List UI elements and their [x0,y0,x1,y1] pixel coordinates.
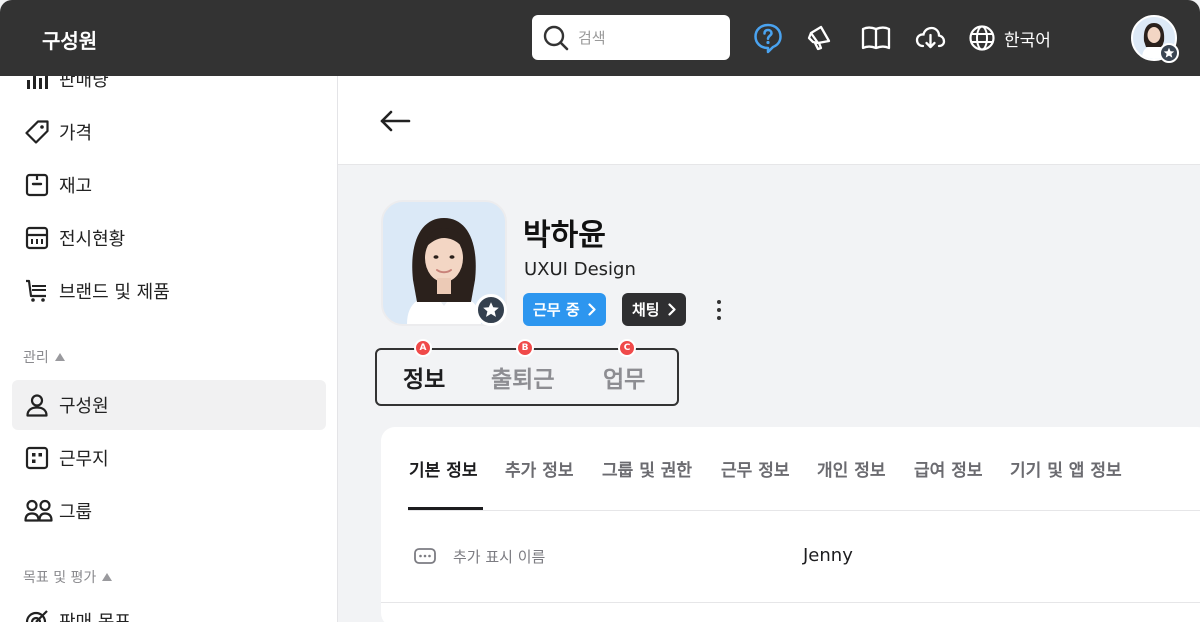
subtab-salary-info[interactable]: 급여 정보 [914,456,982,481]
main-header [338,76,1200,165]
star-badge [475,294,507,326]
sidebar-item-label: 재고 [59,176,93,197]
chat-button[interactable]: 채팅 [622,293,686,326]
section-label: 관리 [23,350,49,366]
sidebar-item-label: 판매량 [59,76,109,91]
field-value-display-name: Jenny [803,545,853,566]
bar-chart-icon [27,76,48,89]
display-icon [25,226,49,250]
group-icon [24,499,53,522]
person-icon [26,394,48,417]
chat-label: 채팅 [632,301,660,319]
subtab-divider [408,510,1200,511]
profile-name: 박하윤 [523,218,606,253]
tab-tasks[interactable]: 업무 [603,360,645,394]
language-selector[interactable]: 한국어 [968,23,1051,53]
more-icon-dot [717,308,721,312]
search-input[interactable] [578,28,708,47]
sidebar-item-inventory[interactable]: 재고 [12,160,326,210]
tab-info[interactable]: 정보 [403,360,445,394]
display-name-icon [414,548,436,564]
star-badge [1159,43,1179,63]
megaphone-icon [807,25,831,51]
section-header-goal[interactable]: 목표 및 평가 [23,567,113,587]
subtab-personal-info[interactable]: 개인 정보 [817,456,885,481]
sidebar-item-brand[interactable]: 브랜드 및 제품 [12,266,326,316]
sidebar-item-label: 전시현황 [59,229,126,250]
annotation-marker-c: C [618,339,636,357]
cloud-download-icon [915,26,946,49]
sidebar-item-members[interactable]: 구성원 [12,380,326,430]
back-button[interactable] [378,104,412,138]
profile-department: UXUI Design [524,259,636,280]
subtab-group-permissions[interactable]: 그룹 및 권한 [602,456,692,481]
work-status-button[interactable]: 근무 중 [523,293,606,326]
sidebar-item-display[interactable]: 전시현황 [12,213,326,263]
top-bar: 구성원 검색 한국어 [0,0,1200,76]
announcement-button[interactable] [804,22,836,54]
star-icon [1163,47,1175,58]
help-icon [754,23,782,54]
guide-button[interactable] [860,22,892,54]
sidebar-item-label: 구성원 [59,396,109,417]
tag-icon [25,120,49,144]
sidebar-item-label: 그룹 [59,502,93,523]
star-icon [483,302,499,317]
collapse-icon [102,573,113,581]
sidebar-item-label: 근무지 [59,449,109,470]
section-header-manage[interactable]: 관리 [23,347,65,367]
subtab-additional-info[interactable]: 추가 정보 [505,456,573,481]
target-icon [25,610,48,622]
chevron-right-icon [588,303,596,316]
row-divider [381,602,1200,603]
more-icon-dot [717,316,721,320]
section-label: 목표 및 평가 [23,570,97,586]
sidebar-item-sales[interactable]: 판매량 [12,76,326,104]
more-icon-dot [717,300,721,304]
globe-icon [969,25,995,51]
app-title: 구성원 [42,29,98,53]
collapse-icon [54,353,65,361]
sidebar-item-price[interactable]: 가격 [12,107,326,157]
box-icon [25,173,49,197]
subtab-work-info[interactable]: 근무 정보 [721,456,789,481]
profile-photo [381,200,507,326]
subtab-basic-info[interactable]: 기본 정보 [409,456,477,481]
sidebar: 판매량 가격 재고 전시현황 브랜드 및 제품 관리 구성원 근무지 그룹 목표… [0,76,338,622]
work-status-label: 근무 중 [533,301,580,319]
subtab-device-app-info[interactable]: 기기 및 앱 정보 [1010,456,1122,481]
help-button[interactable] [752,22,784,54]
sidebar-item-label: 가격 [59,123,93,144]
sidebar-item-sales-goal[interactable]: 판매 목표 [12,596,326,622]
cart-icon [26,279,46,302]
arrow-left-icon [380,110,411,132]
active-subtab-indicator [408,507,483,510]
tab-attendance[interactable]: 출퇴근 [491,360,554,394]
sidebar-item-group[interactable]: 그룹 [12,486,326,536]
download-button[interactable] [914,22,946,54]
more-options-button[interactable] [709,296,729,324]
field-label-display-name: 추가 표시 이름 [453,548,546,566]
book-icon [861,26,891,50]
search-box[interactable] [532,15,730,60]
annotation-marker-a: A [414,339,432,357]
sidebar-item-label: 브랜드 및 제품 [59,282,170,303]
building-icon [25,446,49,470]
annotation-marker-b: B [516,339,534,357]
sidebar-item-workplace[interactable]: 근무지 [12,433,326,483]
search-icon [543,25,569,50]
chevron-right-icon [668,303,676,316]
user-avatar[interactable] [1131,15,1179,63]
sidebar-item-label: 판매 목표 [59,608,131,622]
language-label: 한국어 [1004,30,1051,51]
